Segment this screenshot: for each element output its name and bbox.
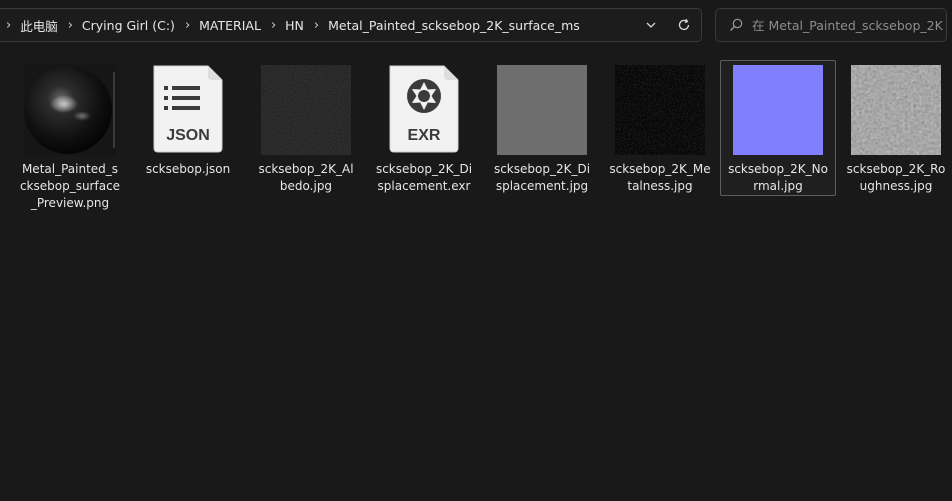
exr-file-icon: EXR bbox=[389, 65, 459, 153]
chevron-right-icon: › bbox=[67, 17, 73, 33]
search-icon bbox=[730, 18, 743, 31]
file-item-displacement-jpg[interactable]: scksebop_2K_Displacement.jpg bbox=[484, 60, 600, 196]
file-grid: Metal_Painted_scksebop_surface_Preview.p… bbox=[12, 60, 952, 210]
refresh-button[interactable] bbox=[668, 9, 700, 41]
chevron-right-icon: › bbox=[313, 17, 320, 33]
breadcrumb-material[interactable]: MATERIAL bbox=[199, 18, 261, 33]
address-bar[interactable]: › 此电脑 › Crying Girl (C:) › MATERIAL › HN… bbox=[0, 8, 702, 42]
file-item-json[interactable]: JSON scksebop.json bbox=[130, 60, 246, 196]
file-name: scksebop_2K_Metalness.jpg bbox=[609, 162, 711, 193]
chevron-right-icon: › bbox=[6, 17, 12, 33]
file-name: scksebop_2K_Normal.jpg bbox=[728, 162, 828, 193]
file-item-albedo[interactable]: scksebop_2K_Albedo.jpg bbox=[248, 60, 364, 196]
file-name: Metal_Painted_scksebop_surface_Preview.p… bbox=[19, 162, 121, 210]
file-thumbnail bbox=[24, 64, 116, 156]
albedo-texture-image bbox=[261, 65, 351, 155]
chevron-down-icon bbox=[646, 22, 656, 28]
json-file-icon: JSON bbox=[153, 65, 223, 153]
file-name: scksebop.json bbox=[145, 162, 231, 176]
file-item-metalness[interactable]: scksebop_2K_Metalness.jpg bbox=[602, 60, 718, 196]
file-thumbnail bbox=[260, 64, 352, 156]
exr-badge: EXR bbox=[408, 127, 441, 144]
refresh-icon bbox=[678, 18, 690, 31]
chevron-right-icon: › bbox=[184, 17, 191, 33]
breadcrumb: › 此电脑 › Crying Girl (C:) › MATERIAL › HN… bbox=[6, 9, 590, 41]
search-box[interactable] bbox=[715, 8, 947, 42]
file-item-exr[interactable]: EXR scksebop_2K_Displacement.exr bbox=[366, 60, 482, 196]
file-thumbnail bbox=[732, 64, 824, 156]
file-thumbnail bbox=[496, 64, 588, 156]
breadcrumb-hn[interactable]: HN bbox=[285, 18, 304, 33]
file-item-normal[interactable]: scksebop_2K_Normal.jpg bbox=[720, 60, 836, 196]
json-badge: JSON bbox=[166, 127, 210, 144]
file-name: scksebop_2K_Roughness.jpg bbox=[846, 162, 946, 193]
address-history-button[interactable] bbox=[635, 9, 667, 41]
file-thumbnail: JSON bbox=[142, 64, 234, 156]
roughness-texture-image bbox=[851, 65, 941, 155]
file-item-preview-png[interactable]: Metal_Painted_scksebop_surface_Preview.p… bbox=[12, 60, 128, 210]
search-input[interactable] bbox=[752, 9, 944, 41]
chevron-right-icon: › bbox=[270, 17, 277, 33]
displacement-texture-image bbox=[497, 65, 587, 155]
file-thumbnail bbox=[614, 64, 706, 156]
file-name: scksebop_2K_Displacement.exr bbox=[375, 162, 473, 193]
file-name: scksebop_2K_Displacement.jpg bbox=[493, 162, 591, 193]
file-thumbnail: EXR bbox=[378, 64, 470, 156]
breadcrumb-drive-c[interactable]: Crying Girl (C:) bbox=[82, 18, 175, 33]
sphere-preview-image bbox=[24, 64, 116, 156]
breadcrumb-current-folder[interactable]: Metal_Painted_scksebop_2K_surface_ms bbox=[328, 18, 580, 33]
breadcrumb-this-pc[interactable]: 此电脑 bbox=[20, 16, 58, 35]
file-thumbnail bbox=[850, 64, 942, 156]
normal-texture-image bbox=[733, 65, 823, 155]
file-name: scksebop_2K_Albedo.jpg bbox=[258, 162, 354, 193]
metalness-texture-image bbox=[615, 65, 705, 155]
file-item-roughness[interactable]: scksebop_2K_Roughness.jpg bbox=[838, 60, 952, 196]
